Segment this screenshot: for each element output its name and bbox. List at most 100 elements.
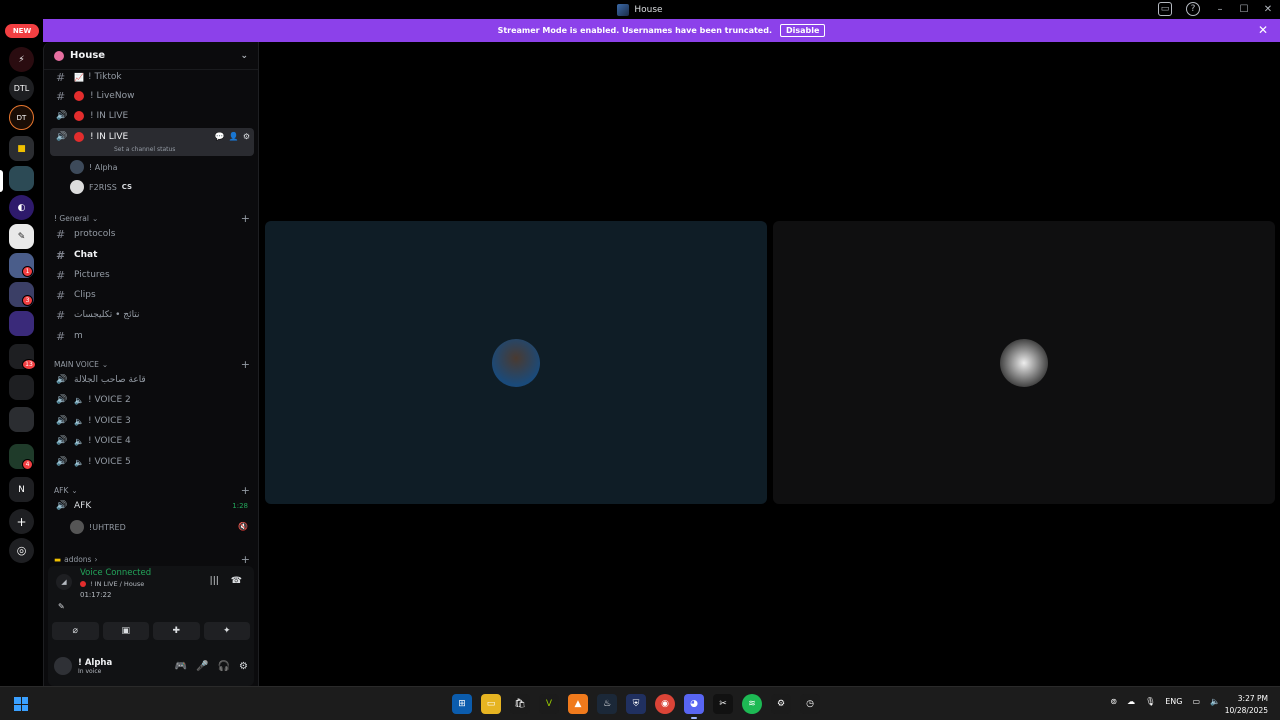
member-name: F2RISS <box>89 182 117 192</box>
add-channel-icon[interactable]: + <box>241 553 250 566</box>
channel-clips[interactable]: # Clips <box>50 285 254 305</box>
speaker-icon: 🔊 <box>56 375 68 385</box>
channel-pictures[interactable]: # Pictures <box>50 265 254 285</box>
server-dt[interactable]: DT <box>9 105 34 130</box>
voice-elapsed: 01:17:22 <box>80 591 112 599</box>
user-name[interactable]: ! Alpha <box>78 658 112 668</box>
new-badge[interactable]: NEW <box>5 24 39 38</box>
noise-suppression-icon[interactable]: ||| <box>210 576 219 586</box>
signal-icon[interactable]: ◢ <box>56 574 72 590</box>
voice-channel-afk[interactable]: 🔊 AFK <box>50 496 254 516</box>
volume-icon[interactable]: 🔈 <box>1210 697 1220 706</box>
channel-m[interactable]: # m <box>50 326 254 346</box>
pin-icon: ▬ <box>54 555 62 564</box>
participant-tile[interactable] <box>773 221 1275 504</box>
streamer-mode-banner: Streamer Mode is enabled. Usernames have… <box>43 19 1280 42</box>
voice-member[interactable]: ! Alpha <box>70 160 118 174</box>
language-indicator[interactable]: ENG <box>1165 697 1182 706</box>
store-icon[interactable]: 🛍 <box>510 694 530 714</box>
system-clock[interactable]: 3:27 PM 10/28/2025 <box>1225 693 1268 717</box>
add-server-icon[interactable]: + <box>9 509 34 534</box>
soundboard-button[interactable]: ✦ <box>203 622 250 640</box>
settings-gear-icon[interactable]: ⚙ <box>239 661 248 672</box>
voice-channel-2[interactable]: 🔊 🔈 ! VOICE 2 <box>50 390 254 410</box>
voice-channel-4[interactable]: 🔊 🔈 ! VOICE 4 <box>50 431 254 451</box>
settings-icon[interactable]: ⚙ <box>771 694 791 714</box>
share-screen-button[interactable]: ▣ <box>102 622 149 640</box>
disconnect-icon[interactable]: ☎ <box>231 576 242 586</box>
participant-tile[interactable] <box>265 221 767 504</box>
tray-app-icon[interactable]: ⊚ <box>1110 697 1117 706</box>
server-folder2[interactable] <box>9 375 34 400</box>
server-n[interactable]: N <box>9 477 34 502</box>
voice-call-stage <box>259 42 1280 686</box>
headphones-icon[interactable]: 🎧 <box>218 661 230 672</box>
window-close-button[interactable]: ✕ <box>1256 4 1280 15</box>
server-house[interactable] <box>9 166 34 191</box>
chevron-down-icon: ⌄ <box>71 486 78 495</box>
voice-channel-path[interactable]: ! IN LIVE / House <box>80 580 144 588</box>
clock-time: 3:27 PM <box>1237 694 1268 703</box>
clock-app-icon[interactable]: ◷ <box>800 694 820 714</box>
cloud-icon[interactable]: ☁ <box>1127 697 1135 706</box>
activities-button[interactable]: ✚ <box>153 622 200 640</box>
windows-taskbar: ⊞ ▭ 🛍 V ▲ ♨ ⛨ ◉ ◕ ✂ ≋ ⚙ ◷ ⊚ ☁ 🎙 ENG ▭ 🔈 … <box>0 686 1280 720</box>
channel-in-live[interactable]: 🔊 ! IN LIVE <box>50 106 254 126</box>
voice-channel-5[interactable]: 🔊 🔈 ! VOICE 5 <box>50 452 254 472</box>
selected-indicator <box>0 170 3 192</box>
chevron-down-icon[interactable]: ⌄ <box>240 51 248 61</box>
discover-icon[interactable]: ◎ <box>9 538 34 563</box>
server-galaxy[interactable] <box>9 311 34 336</box>
network-icon[interactable]: ▭ <box>1192 697 1200 706</box>
invite-icon[interactable]: 👤 <box>229 132 239 141</box>
banner-close-icon[interactable]: ✕ <box>1258 23 1268 37</box>
avatar[interactable] <box>54 657 72 675</box>
capcut-icon[interactable]: ✂ <box>713 694 733 714</box>
camera-off-button[interactable]: ⌀ <box>52 622 99 640</box>
hash-icon: # <box>56 329 66 343</box>
start-button[interactable] <box>14 697 28 711</box>
gamepad-icon[interactable]: 🎮 <box>175 661 187 672</box>
server-mixed[interactable] <box>9 407 34 432</box>
server-purple[interactable]: ◐ <box>9 195 34 220</box>
microphone-icon[interactable]: 🎤 <box>196 661 208 672</box>
channel-tiktok[interactable]: # 📈 ! Tiktok <box>50 67 254 87</box>
voice-member[interactable]: !UHTRED <box>70 520 126 534</box>
file-explorer-icon[interactable]: ▭ <box>481 694 501 714</box>
channel-status-hint[interactable]: Set a channel status <box>114 146 175 153</box>
channel-livenow[interactable]: # ! LiveNow <box>50 86 254 106</box>
shield-icon[interactable]: ⛨ <box>626 694 646 714</box>
arc-icon[interactable]: ▲ <box>568 694 588 714</box>
chrome-icon[interactable]: ◉ <box>655 694 675 714</box>
channel-arabic[interactable]: # نتائج • تكليجسات <box>50 305 254 325</box>
voice-channel-3[interactable]: 🔊 🔈 ! VOICE 3 <box>50 411 254 431</box>
maximize-button[interactable]: ☐ <box>1232 4 1256 15</box>
vortex-icon[interactable]: V <box>539 694 559 714</box>
voice-channel-arabic[interactable]: 🔊 قاعة صاحب الجلالة <box>50 370 254 390</box>
category-label: addons <box>64 555 92 564</box>
folder-icon[interactable]: ■ <box>9 136 34 161</box>
gear-icon[interactable]: ⚙ <box>243 132 250 141</box>
spotify-icon[interactable]: ≋ <box>742 694 762 714</box>
disable-button[interactable]: Disable <box>779 24 826 37</box>
voice-channel-label: ! IN LIVE / House <box>90 580 145 588</box>
voice-member[interactable]: F2RISS CS <box>70 180 132 194</box>
steam-icon[interactable]: ♨ <box>597 694 617 714</box>
discord-icon[interactable]: ◕ <box>684 694 704 719</box>
help-icon[interactable]: ? <box>1186 2 1200 16</box>
mic-tray-icon[interactable]: 🎙 <box>1145 697 1155 706</box>
mention-badge: 1 <box>22 266 33 277</box>
channel-chat[interactable]: # Chat <box>50 245 254 265</box>
category-addons[interactable]: ▬ addons › + <box>54 553 250 566</box>
inbox-icon[interactable]: ▭ <box>1158 2 1172 16</box>
chat-icon[interactable]: 💬 <box>215 132 225 141</box>
windows-icon[interactable]: ⊞ <box>452 694 472 714</box>
server-white[interactable]: ✎ <box>9 224 34 249</box>
channel-protocols[interactable]: # protocols <box>50 224 254 244</box>
server-header[interactable]: House ⌄ <box>44 42 258 70</box>
server-dtl[interactable]: DTL <box>9 76 34 101</box>
server-icon-red[interactable]: ⚡ <box>9 47 34 72</box>
minimize-button[interactable]: – <box>1208 4 1232 15</box>
voice-status[interactable]: Voice Connected <box>80 568 151 578</box>
channel-label: Clips <box>74 290 96 300</box>
